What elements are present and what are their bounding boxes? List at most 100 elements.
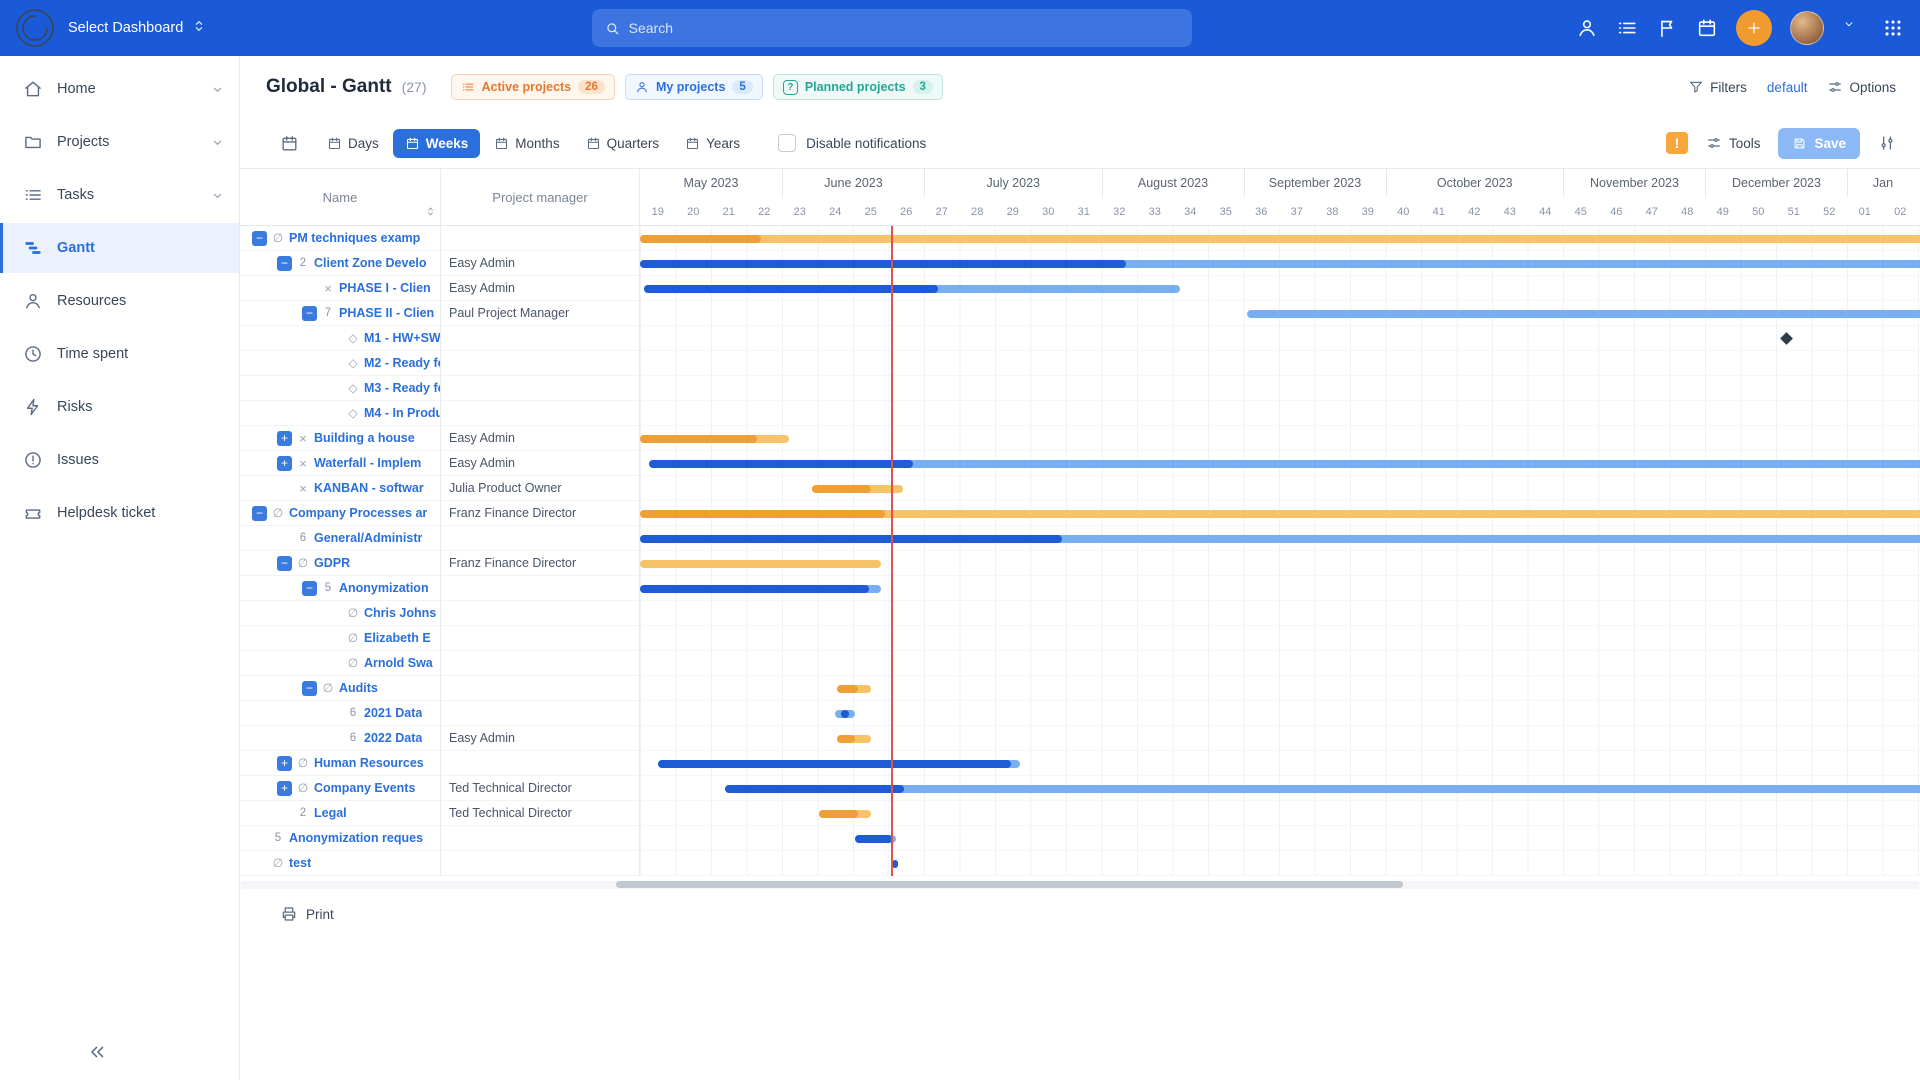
row-name-cell[interactable]: +∅Company Events [240,776,441,801]
expand-toggle[interactable]: + [277,456,292,471]
sidebar-item-time-spent[interactable]: Time spent [0,329,239,379]
scale-weeks[interactable]: Weeks [393,129,481,158]
scale-days[interactable]: Days [315,129,391,158]
collapse-toggle[interactable]: − [302,581,317,596]
calendar-icon[interactable] [1696,17,1718,39]
row-name-cell[interactable]: −∅Company Processes ar [240,501,441,526]
row-name[interactable]: Anonymization [339,581,429,595]
row-name[interactable]: 2021 Data [364,706,422,720]
options-button[interactable]: Options [1827,79,1896,95]
chevron-down-icon[interactable] [1842,17,1864,39]
row-name[interactable]: M2 - Ready for Pilot [364,356,440,370]
sidebar-collapse-icon[interactable] [86,1041,108,1068]
row-name[interactable]: GDPR [314,556,350,570]
row-name-cell[interactable]: −5Anonymization [240,576,441,601]
row-name-cell[interactable]: ∅Arnold Swa [240,651,441,676]
column-header-manager[interactable]: Project manager [441,169,640,225]
tools-button[interactable]: Tools [1706,135,1761,151]
row-name[interactable]: 2022 Data [364,731,422,745]
row-name-cell[interactable]: ◇M3 - Ready for Production [240,376,441,401]
row-name[interactable]: Legal [314,806,347,820]
search-box[interactable] [592,9,1192,47]
calendar-picker-icon[interactable] [280,134,299,153]
row-name-cell[interactable]: 62021 Data [240,701,441,726]
row-name-cell[interactable]: ∅test [240,851,441,876]
row-name-cell[interactable]: +×Waterfall - Implem [240,451,441,476]
scale-quarters[interactable]: Quarters [574,129,672,158]
row-name-cell[interactable]: ◇M4 - In Production [240,401,441,426]
scale-months[interactable]: Months [482,129,571,158]
row-name[interactable]: PHASE I - Clien [339,281,431,295]
row-name[interactable]: PHASE II - Clien [339,306,434,320]
gantt-bar[interactable] [640,560,881,568]
row-name[interactable]: Audits [339,681,378,695]
filter-chip-blue[interactable]: My projects5 [625,74,763,100]
row-name[interactable]: M1 - HW+SW installed [364,331,440,345]
save-button[interactable]: Save [1778,128,1860,159]
search-input[interactable] [629,20,1180,36]
row-name-cell[interactable]: −2Client Zone Develo [240,251,441,276]
row-name[interactable]: M3 - Ready for Production [364,381,440,395]
user-icon[interactable] [1576,17,1598,39]
row-name[interactable]: Human Resources [314,756,424,770]
sidebar-item-projects[interactable]: Projects [0,117,239,167]
row-name[interactable]: PM techniques examp [289,231,420,245]
row-name-cell[interactable]: ∅Chris Johns [240,601,441,626]
tasklist-icon[interactable] [1616,17,1638,39]
sidebar-item-gantt[interactable]: Gantt [0,223,239,273]
row-name[interactable]: Anonymization reques [289,831,423,845]
gantt-settings-icon[interactable] [1878,134,1896,152]
print-button[interactable]: Print [280,905,1920,923]
filters-button[interactable]: Filters [1688,79,1747,95]
collapse-toggle[interactable]: − [302,681,317,696]
row-name[interactable]: Arnold Swa [364,656,433,670]
flag-icon[interactable] [1656,17,1678,39]
filter-chip-orange[interactable]: Active projects26 [451,74,615,100]
collapse-toggle[interactable]: − [252,231,267,246]
row-name-cell[interactable]: ◇M2 - Ready for Pilot [240,351,441,376]
create-new-button[interactable] [1736,10,1772,46]
app-logo-icon[interactable] [16,9,54,47]
avatar[interactable] [1790,11,1824,45]
dashboard-selector[interactable]: Select Dashboard [68,18,207,38]
row-name-cell[interactable]: −∅GDPR [240,551,441,576]
gantt-bar[interactable] [725,785,1920,793]
sidebar-item-helpdesk[interactable]: Helpdesk ticket [0,488,239,538]
row-name-cell[interactable]: 5Anonymization reques [240,826,441,851]
sidebar-item-tasks[interactable]: Tasks [0,170,239,220]
row-name[interactable]: KANBAN - softwar [314,481,424,495]
row-name[interactable]: Elizabeth E [364,631,431,645]
sort-icon[interactable] [424,205,437,221]
row-name-cell[interactable]: −∅PM techniques examp [240,226,441,251]
row-name[interactable]: Company Processes ar [289,506,427,520]
row-name-cell[interactable]: 2Legal [240,801,441,826]
disable-notifications-toggle[interactable]: Disable notifications [778,134,926,152]
row-name-cell[interactable]: +×Building a house [240,426,441,451]
row-name[interactable]: M4 - In Production [364,406,440,420]
row-name[interactable]: Waterfall - Implem [314,456,421,470]
milestone-diamond[interactable] [1780,332,1793,345]
column-header-name[interactable]: Name [240,169,441,225]
filter-chip-teal[interactable]: ?Planned projects3 [773,74,943,100]
collapse-toggle[interactable]: − [277,256,292,271]
notifications-checkbox[interactable] [778,134,796,152]
row-name-cell[interactable]: ∅Elizabeth E [240,626,441,651]
default-view-link[interactable]: default [1767,80,1808,95]
expand-toggle[interactable]: + [277,781,292,796]
row-name[interactable]: Company Events [314,781,415,795]
row-name[interactable]: General/Administr [314,531,422,545]
row-name-cell[interactable]: ×KANBAN - softwar [240,476,441,501]
row-name-cell[interactable]: 6General/Administr [240,526,441,551]
apps-grid-icon[interactable] [1882,17,1904,39]
gantt-bar[interactable] [640,235,1920,243]
expand-toggle[interactable]: + [277,756,292,771]
sidebar-item-resources[interactable]: Resources [0,276,239,326]
row-name[interactable]: Chris Johns [364,606,436,620]
row-name[interactable]: Client Zone Develo [314,256,427,270]
row-name[interactable]: test [289,856,311,870]
scale-years[interactable]: Years [673,129,752,158]
gantt-bar[interactable] [1247,310,1920,318]
warning-icon[interactable]: ! [1666,132,1688,154]
row-name-cell[interactable]: ×PHASE I - Clien [240,276,441,301]
row-name-cell[interactable]: 62022 Data [240,726,441,751]
